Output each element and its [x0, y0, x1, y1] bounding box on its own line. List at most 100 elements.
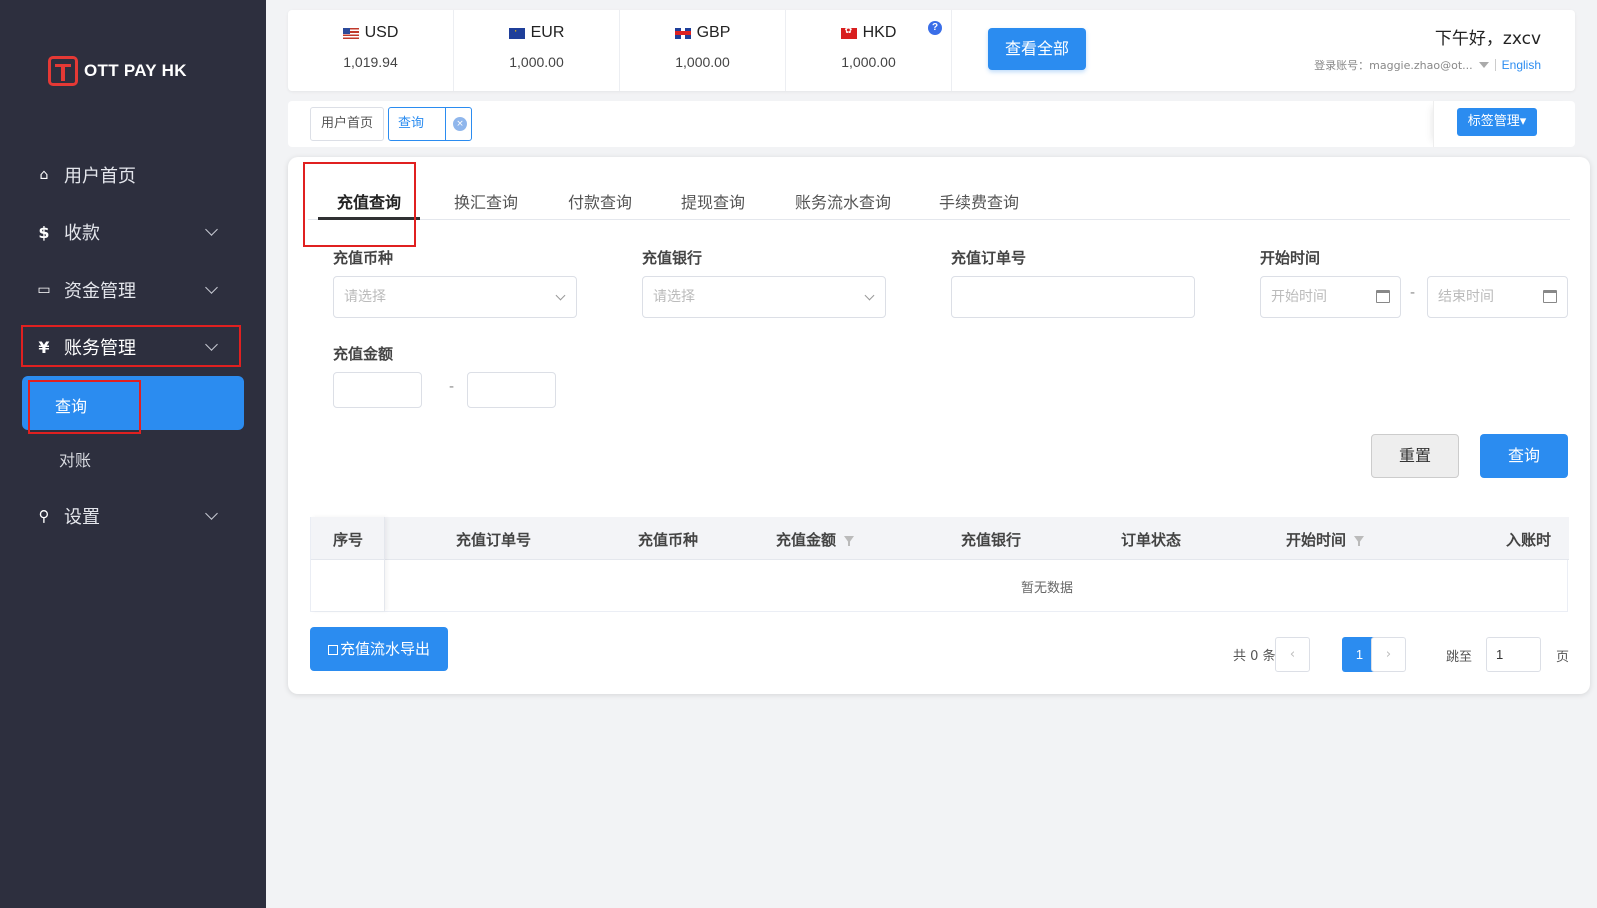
sidebar-item-label: 收款 — [64, 223, 100, 244]
column-header: 充值币种 — [638, 529, 698, 550]
pagination-total: 共 0 条 — [1233, 649, 1276, 664]
tag-bar: 用户首页 查询 × 标签管理▾ — [288, 101, 1575, 147]
column-header[interactable]: 充值金额 — [776, 529, 855, 550]
currency-amount: 1,000.00 — [841, 54, 896, 70]
start-date-input[interactable]: 开始时间 — [1260, 276, 1401, 318]
next-page-button[interactable]: › — [1371, 637, 1406, 672]
fixed-column — [311, 517, 385, 611]
results-table: 序号 充值订单号 充值币种 充值金额 充值银行 订单状态 开始时间 入账时 暂无… — [310, 517, 1569, 612]
us-flag-icon — [342, 27, 359, 39]
divider — [445, 108, 446, 140]
sidebar-item-receive[interactable]: $ 收款 — [22, 212, 240, 252]
filter-icon[interactable] — [1354, 536, 1365, 546]
tag-manage-area: 标签管理▾ — [1433, 101, 1575, 147]
tab-recharge-query[interactable]: 充值查询 — [337, 189, 401, 213]
sidebar-subitem-reconcile[interactable]: 对账 — [59, 447, 91, 471]
currency-placeholder: 请选择 — [344, 289, 386, 305]
jump-page-input[interactable]: 1 — [1486, 637, 1541, 672]
hk-flag-icon — [840, 27, 857, 39]
card-icon: ▭ — [37, 282, 51, 298]
chevron-down-icon — [864, 290, 875, 301]
export-label: 充值流水导出 — [339, 640, 430, 658]
sidebar-subitem-label: 查询 — [55, 397, 88, 416]
bank-label: 充值银行 — [642, 249, 703, 267]
search-icon: ⚲ — [38, 507, 50, 525]
currency-amount: 1,000.00 — [675, 54, 730, 70]
column-label: 入账时 — [1506, 531, 1552, 549]
dollar-icon: $ — [38, 222, 50, 242]
currency-amount: 1,000.00 — [509, 54, 564, 70]
chevron-down-icon — [205, 223, 218, 236]
caret-down-icon[interactable] — [1478, 62, 1489, 68]
query-button[interactable]: 查询 — [1480, 434, 1568, 478]
tab-payment-query[interactable]: 付款查询 — [568, 189, 632, 213]
currency-bar: USD 1,019.94 EUR 1,000.00 GBP 1,000.00 H… — [288, 10, 1575, 91]
prev-page-button[interactable]: ‹ — [1275, 637, 1310, 672]
logo[interactable]: OTT PAY HK — [48, 56, 187, 86]
column-header: 订单状态 — [1121, 529, 1181, 550]
currency-code: USD — [364, 24, 399, 41]
export-button[interactable]: 充值流水导出 — [310, 627, 448, 671]
tag-query[interactable]: 查询 × — [388, 107, 472, 141]
active-tab-indicator — [318, 217, 420, 220]
end-date-placeholder: 结束时间 — [1438, 289, 1494, 305]
account-label[interactable]: 登录账号：maggie.zhao@ot... — [1314, 57, 1473, 73]
table-header: 序号 充值订单号 充值币种 充值金额 充值银行 订单状态 开始时间 入账时 — [311, 517, 1569, 560]
tab-withdraw-query[interactable]: 提现查询 — [681, 189, 745, 213]
currency-hkd: HKD 1,000.00 — [786, 10, 952, 91]
column-label: 订单状态 — [1121, 531, 1182, 549]
column-label: 充值银行 — [961, 531, 1022, 549]
order-number-label: 充值订单号 — [951, 249, 1027, 267]
tab-ledger-query[interactable]: 账务流水查询 — [795, 189, 891, 213]
tab-fee-query[interactable]: 手续费查询 — [939, 189, 1019, 213]
bank-select[interactable]: 请选择 — [642, 276, 886, 318]
eu-flag-icon — [508, 27, 525, 39]
tag-home[interactable]: 用户首页 — [310, 107, 384, 141]
divider — [1494, 59, 1496, 71]
help-icon[interactable]: ? — [928, 21, 942, 35]
amount-min-input[interactable] — [333, 372, 422, 408]
currency-code: EUR — [530, 24, 565, 41]
export-icon — [327, 645, 338, 655]
reset-button[interactable]: 重置 — [1371, 434, 1459, 478]
greeting: 下午好，zxcv — [1434, 29, 1541, 49]
column-header: 入账时 — [1506, 529, 1551, 550]
calendar-icon — [1543, 290, 1557, 303]
chevron-down-icon — [205, 507, 218, 520]
calendar-icon — [1376, 290, 1390, 303]
sidebar-item-settings[interactable]: ⚲ 设置 — [22, 496, 240, 536]
sidebar-item-label: 设置 — [64, 507, 100, 528]
time-label: 开始时间 — [1260, 249, 1321, 267]
sidebar-item-home[interactable]: ⌂ 用户首页 — [22, 155, 240, 195]
gb-flag-icon — [674, 27, 691, 39]
jump-label: 跳至 — [1446, 650, 1473, 665]
column-label: 充值金额 — [776, 531, 837, 549]
end-date-input[interactable]: 结束时间 — [1427, 276, 1568, 318]
currency-select[interactable]: 请选择 — [333, 276, 577, 318]
sidebar-subitem-query[interactable]: 查询 — [22, 376, 244, 430]
column-header: 充值订单号 — [456, 529, 531, 550]
sidebar-item-accounting[interactable]: ¥ 账务管理 — [22, 327, 240, 367]
logo-text: OTT PAY HK — [84, 61, 187, 80]
column-label: 充值订单号 — [456, 531, 532, 549]
column-label: 充值币种 — [638, 531, 699, 549]
currency-code: GBP — [696, 24, 731, 41]
order-number-input[interactable] — [951, 276, 1195, 318]
query-panel: 充值查询 换汇查询 付款查询 提现查询 账务流水查询 手续费查询 充值币种 请选… — [288, 157, 1590, 694]
tab-exchange-query[interactable]: 换汇查询 — [454, 189, 518, 213]
empty-state: 暂无数据 — [1021, 581, 1074, 596]
close-icon[interactable]: × — [453, 117, 467, 131]
currency-code: HKD — [862, 24, 897, 41]
column-header[interactable]: 开始时间 — [1286, 529, 1365, 550]
amount-max-input[interactable] — [467, 372, 556, 408]
column-label: 开始时间 — [1286, 531, 1347, 549]
chevron-down-icon — [555, 290, 566, 301]
tag-manage-button[interactable]: 标签管理▾ — [1457, 108, 1537, 136]
view-all-button[interactable]: 查看全部 — [988, 28, 1086, 70]
range-separator: - — [1410, 285, 1416, 301]
sidebar-item-label: 用户首页 — [64, 166, 136, 187]
filter-icon[interactable] — [844, 536, 855, 546]
home-icon: ⌂ — [39, 167, 49, 183]
sidebar-item-funds[interactable]: ▭ 资金管理 — [22, 270, 240, 310]
language-link[interactable]: English — [1502, 58, 1541, 72]
